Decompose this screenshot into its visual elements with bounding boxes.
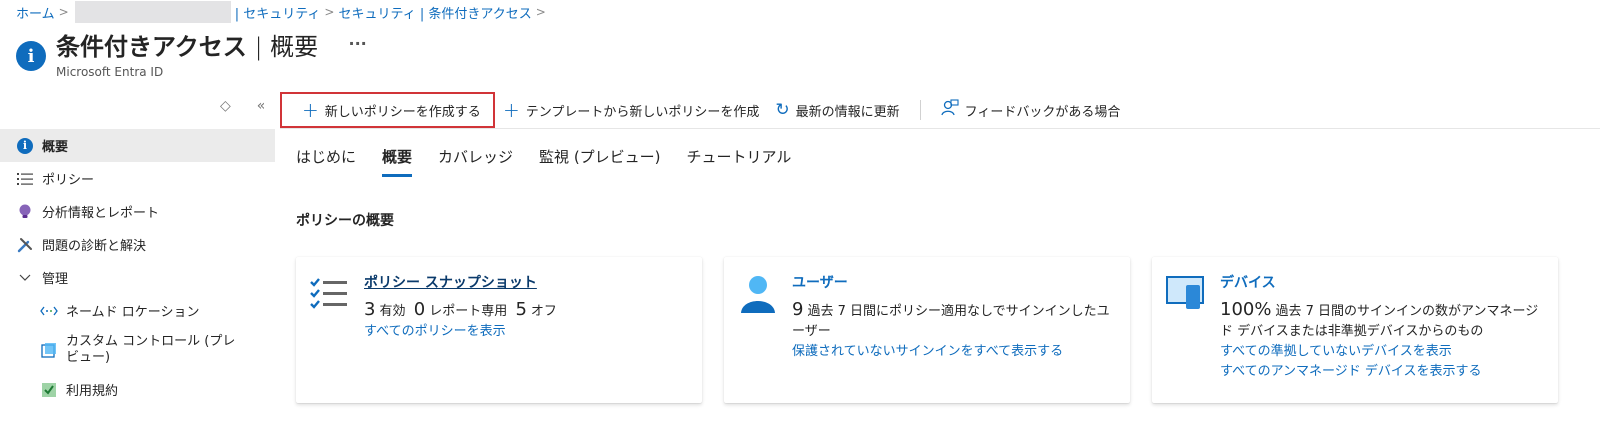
- users-title[interactable]: ユーザー: [792, 272, 1112, 292]
- report-only-label: レポート専用: [429, 304, 508, 319]
- user-icon: [738, 273, 778, 313]
- new-policy-button[interactable]: + 新しいポリシーを作成する: [280, 92, 495, 128]
- sidebar-item-named-locations[interactable]: ネームド ロケーション: [0, 294, 275, 327]
- enabled-label: 有効: [379, 304, 406, 319]
- sidebar-item-label: 概要: [42, 140, 69, 155]
- section-title: ポリシーの概要: [296, 213, 394, 229]
- sidebar-item-label: 分析情報とレポート: [42, 206, 160, 221]
- users-stats: 9 過去 7 日間にポリシー適用なしでサインインしたユーザー: [792, 300, 1112, 342]
- tab-coverage[interactable]: カバレッジ: [438, 146, 513, 177]
- info-icon: i: [16, 41, 46, 71]
- refresh-icon: ↻: [775, 100, 790, 120]
- checklist-icon: [310, 273, 350, 313]
- off-label: オフ: [530, 304, 557, 319]
- command-bar: + 新しいポリシーを作成する + テンプレートから新しいポリシーを作成 ↻ 最新…: [280, 92, 1600, 128]
- noncompliant-devices-link[interactable]: すべての準拠していないデバイスを表示: [1220, 342, 1540, 362]
- tab-bar: はじめに 概要 カバレッジ 監視 (プレビュー) チュートリアル: [296, 146, 791, 177]
- users-card: ユーザー 9 過去 7 日間にポリシー適用なしでサインインしたユーザー 保護されて…: [724, 257, 1130, 403]
- page-header: i 条件付きアクセス | 概要 ··· Microsoft Entra ID: [16, 30, 367, 79]
- page-title-sub: 概要: [270, 33, 319, 61]
- policy-snapshot-card: ポリシー スナップショット 3 有効 0 レポート専用 5 オフ すべてのポリシーを表…: [296, 257, 702, 403]
- toolbar-divider: [919, 100, 921, 120]
- breadcrumb-separator-icon: >: [58, 5, 69, 19]
- breadcrumb-home[interactable]: ホーム: [16, 3, 55, 22]
- devices-title[interactable]: デバイス: [1220, 272, 1540, 292]
- sidebar-item-label: 問題の診断と解決: [42, 239, 147, 254]
- named-location-icon: [40, 302, 58, 320]
- page-title: 条件付きアクセス | 概要 ···: [56, 30, 367, 67]
- sidebar-item-overview[interactable]: i 概要: [0, 129, 275, 162]
- users-desc: 過去 7 日間にポリシー適用なしでサインインしたユーザー: [792, 304, 1110, 339]
- terms-icon: [40, 381, 58, 399]
- feedback-button[interactable]: フィードバックがある場合: [933, 92, 1129, 128]
- tab-tutorials[interactable]: チュートリアル: [687, 146, 792, 177]
- plus-icon: +: [503, 98, 520, 122]
- policy-snapshot-title[interactable]: ポリシー スナップショット: [364, 272, 684, 292]
- unmanaged-devices-link[interactable]: すべてのアンマネージド デバイスを表示する: [1220, 362, 1540, 382]
- breadcrumb: ホーム > | セキュリティ > セキュリティ | 条件付きアクセス >: [16, 1, 550, 23]
- sidebar-item-label: カスタム コントロール (プレビュー): [66, 334, 236, 365]
- sidebar-item-insights[interactable]: 分析情報とレポート: [0, 195, 275, 228]
- sidebar-item-policies[interactable]: ポリシー: [0, 162, 275, 195]
- feedback-label: フィードバックがある場合: [964, 104, 1121, 120]
- sidebar-item-custom-controls[interactable]: カスタム コントロール (プレビュー): [0, 327, 275, 373]
- devices-card: デバイス 100% 過去 7 日間のサインインの数がアンマネージド デバイスまたは…: [1152, 257, 1558, 403]
- devices-stats: 100% 過去 7 日間のサインインの数がアンマネージド デバイスまたは非準拠デバ…: [1220, 300, 1540, 342]
- sidebar: i 概要 ポリシー 分析情報とレポート 問題の診断と解決 管理 ネームド ロケー…: [0, 129, 275, 406]
- more-options-icon[interactable]: ···: [349, 34, 367, 53]
- breadcrumb-conditional-access[interactable]: セキュリティ | 条件付きアクセス: [338, 3, 531, 22]
- devices-percent: 100%: [1220, 299, 1272, 320]
- sidebar-item-diagnose[interactable]: 問題の診断と解決: [0, 228, 275, 261]
- page-title-main: 条件付きアクセス: [56, 33, 247, 61]
- wrench-icon: [16, 236, 34, 254]
- toolbar-divider-line: [280, 128, 1600, 129]
- lightbulb-icon: [16, 203, 34, 221]
- sidebar-item-label: 利用規約: [66, 384, 119, 399]
- sidebar-item-label: ネームド ロケーション: [66, 305, 200, 320]
- plus-icon: +: [302, 98, 319, 122]
- page-subtitle: Microsoft Entra ID: [56, 65, 164, 79]
- sidebar-controls: ◇ «: [220, 98, 265, 114]
- enabled-count: 3: [364, 299, 376, 320]
- refresh-button[interactable]: ↻ 最新の情報に更新: [767, 92, 907, 128]
- sidebar-item-label: ポリシー: [42, 173, 95, 188]
- custom-control-icon: [40, 341, 58, 359]
- collapse-sidebar-icon[interactable]: «: [257, 98, 266, 114]
- redacted-tenant: [74, 1, 231, 23]
- breadcrumb-separator-icon: >: [535, 5, 546, 19]
- users-count: 9: [792, 299, 804, 320]
- page-title-separator: |: [246, 33, 271, 61]
- policy-stats: 3 有効 0 レポート専用 5 オフ: [364, 300, 684, 322]
- sidebar-item-terms-of-use[interactable]: 利用規約: [0, 373, 275, 406]
- sidebar-item-label: 管理: [42, 272, 69, 287]
- device-icon: [1166, 273, 1206, 313]
- feedback-icon: [941, 98, 959, 122]
- breadcrumb-separator-icon: >: [324, 5, 335, 19]
- new-policy-label: 新しいポリシーを作成する: [324, 104, 481, 120]
- refresh-label: 最新の情報に更新: [795, 104, 900, 120]
- breadcrumb-security[interactable]: | セキュリティ: [235, 3, 321, 22]
- tab-getting-started[interactable]: はじめに: [296, 146, 356, 177]
- unprotected-signins-link[interactable]: 保護されていないサインインをすべて表示する: [792, 342, 1112, 362]
- new-from-template-button[interactable]: + テンプレートから新しいポリシーを作成: [495, 92, 767, 128]
- list-icon: [16, 170, 34, 188]
- info-icon: i: [16, 137, 34, 155]
- report-only-count: 0: [413, 299, 426, 320]
- sidebar-group-manage[interactable]: 管理: [0, 261, 275, 294]
- view-all-policies-link[interactable]: すべてのポリシーを表示: [364, 322, 684, 342]
- expand-collapse-icon[interactable]: ◇: [220, 98, 231, 114]
- tab-overview[interactable]: 概要: [382, 146, 413, 177]
- new-from-template-label: テンプレートから新しいポリシーを作成: [525, 104, 760, 120]
- chevron-down-icon: [16, 269, 34, 287]
- tab-monitoring[interactable]: 監視 (プレビュー): [539, 146, 660, 177]
- off-count: 5: [515, 299, 527, 320]
